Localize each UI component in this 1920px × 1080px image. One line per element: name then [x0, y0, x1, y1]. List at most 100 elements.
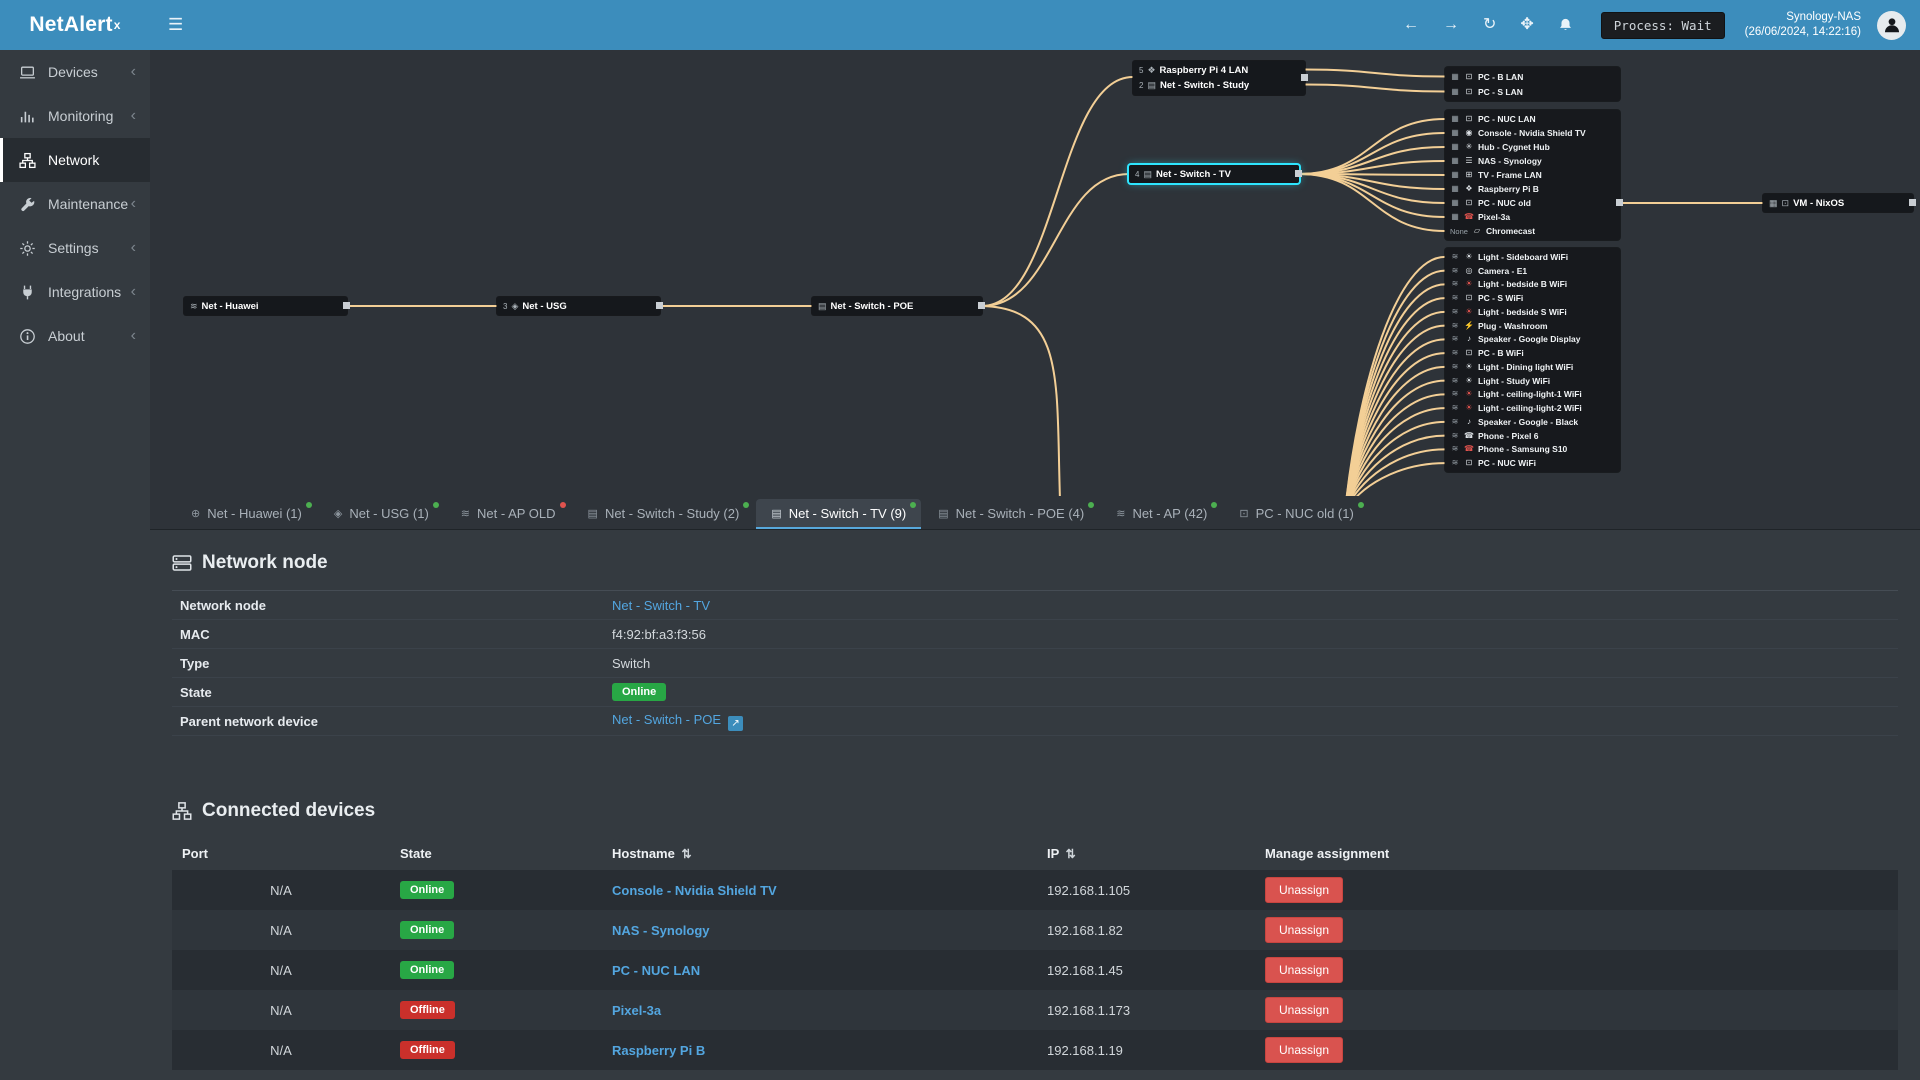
- hostname-link[interactable]: NAS - Synology: [612, 923, 710, 938]
- unassign-button[interactable]: Unassign: [1265, 957, 1344, 983]
- device-chromecast[interactable]: None ▱ Chromecast: [1450, 224, 1615, 238]
- device-light-bedside-b-wifi[interactable]: ≋ ☀ Light - bedside B WiFi: [1450, 278, 1615, 292]
- app-logo[interactable]: NetAlert x: [0, 0, 150, 50]
- bell-icon[interactable]: [1558, 17, 1573, 33]
- device-pc-nuc-old[interactable]: ▦ ⊡ PC - NUC old: [1450, 196, 1615, 210]
- device-phone-samsung-s10[interactable]: ≋ ☎ Phone - Samsung S10: [1450, 443, 1615, 457]
- node-label: VM - NixOS: [1793, 197, 1845, 209]
- device-label: Light - ceiling-light-1 WiFi: [1478, 389, 1582, 400]
- sidebar-item-settings[interactable]: Settings ‹: [0, 226, 150, 270]
- node-label: Net - Huawei: [201, 300, 259, 312]
- sidebar-item-network[interactable]: Network: [0, 138, 150, 182]
- unassign-button[interactable]: Unassign: [1265, 917, 1344, 943]
- wifi-icon: ≋: [1451, 375, 1459, 385]
- tab-net-switch-study-2[interactable]: ▤ Net - Switch - Study (2): [573, 499, 755, 529]
- tab-net-usg-1[interactable]: ◈ Net - USG (1): [319, 499, 444, 529]
- node-net-usg[interactable]: 3 ◈ Net - USG: [497, 297, 660, 315]
- refresh-icon[interactable]: ↻: [1483, 17, 1496, 33]
- device-light-bedside-s-wifi[interactable]: ≋ ☀ Light - bedside S WiFi: [1450, 305, 1615, 319]
- device-camera-e1[interactable]: ≋ ◎ Camera - E1: [1450, 264, 1615, 278]
- sort-icon[interactable]: ⇅: [681, 847, 691, 861]
- node-raspberry-pi-4-lan[interactable]: 5 ❖ Raspberry Pi 4 LAN: [1133, 63, 1305, 78]
- parent-node-link[interactable]: Net - Switch - POE: [612, 712, 721, 727]
- tab-net-huawei-1[interactable]: ⊕ Net - Huawei (1): [176, 499, 317, 529]
- unassign-button[interactable]: Unassign: [1265, 877, 1344, 903]
- back-icon[interactable]: ←: [1403, 17, 1419, 33]
- device-speaker-google-black[interactable]: ≋ ♪ Speaker - Google - Black: [1450, 415, 1615, 429]
- node-vm-nixos[interactable]: ▦ ⊡ VM - NixOS: [1763, 194, 1913, 212]
- device-light-dining-light-wifi[interactable]: ≋ ☀ Light - Dining light WiFi: [1450, 360, 1615, 374]
- pc-icon: ⊡: [1465, 114, 1473, 123]
- pi-icon: ❖: [1147, 65, 1156, 75]
- hostname-cell: Console - Nvidia Shield TV: [602, 870, 1037, 910]
- device-speaker-google-display[interactable]: ≋ ♪ Speaker - Google Display: [1450, 333, 1615, 347]
- column-header-ip[interactable]: IP ⇅: [1037, 836, 1255, 870]
- device-pixel-3a[interactable]: ▦ ☎ Pixel-3a: [1450, 210, 1615, 224]
- device-pc-nuc-lan[interactable]: ▦ ⊡ PC - NUC LAN: [1450, 112, 1615, 126]
- device-pc-s-lan[interactable]: ▦ ⊡ PC - S LAN: [1450, 84, 1615, 99]
- node-net-switch-study[interactable]: 2 ▤ Net - Switch - Study: [1133, 78, 1305, 93]
- maintenance-icon: [19, 196, 39, 213]
- tab-net-switch-tv-9[interactable]: ▤ Net - Switch - TV (9): [756, 499, 922, 529]
- device-raspberry-pi-b[interactable]: ▦ ❖ Raspberry Pi B: [1450, 182, 1615, 196]
- tab-label: Net - Switch - Study (2): [604, 506, 740, 521]
- device-light-ceiling-light-2-wifi[interactable]: ≋ ☀ Light - ceiling-light-2 WiFi: [1450, 401, 1615, 415]
- device-light-sideboard-wifi[interactable]: ≋ ☀ Light - Sideboard WiFi: [1450, 250, 1615, 264]
- ip-cell: 192.168.1.173: [1047, 1002, 1131, 1018]
- column-header-hostname[interactable]: Hostname ⇅: [602, 836, 1037, 870]
- device-label: PC - NUC old: [1478, 198, 1531, 208]
- device-light-study-wifi[interactable]: ≋ ☀ Light - Study WiFi: [1450, 374, 1615, 388]
- tab-net-ap-old[interactable]: ≋ Net - AP OLD: [446, 499, 571, 529]
- move-icon[interactable]: ✥: [1520, 17, 1533, 33]
- device-console-nvidia-shield-tv[interactable]: ▦ ◉ Console - Nvidia Shield TV: [1450, 126, 1615, 140]
- sort-icon[interactable]: ⇅: [1066, 847, 1076, 861]
- switch-icon: ▤: [1147, 80, 1156, 90]
- device-pc-nuc-wifi[interactable]: ≋ ⊡ PC - NUC WiFi: [1450, 456, 1615, 470]
- connected-devices-section: Connected devices Port State Hostname ⇅ IP …: [172, 800, 1898, 1070]
- device-nas-synology[interactable]: ▦ ☰ NAS - Synology: [1450, 154, 1615, 168]
- state-cell: Offline: [390, 1030, 602, 1070]
- process-status-badge[interactable]: Process: Wait: [1600, 11, 1725, 39]
- node-net-switch-tv[interactable]: 4 ▤ Net - Switch - TV: [1129, 165, 1299, 183]
- hostname-link[interactable]: Console - Nvidia Shield TV: [612, 883, 777, 898]
- device-light-ceiling-light-1-wifi[interactable]: ≋ ☀ Light - ceiling-light-1 WiFi: [1450, 388, 1615, 402]
- device-pc-b-lan[interactable]: ▦ ⊡ PC - B LAN: [1450, 69, 1615, 84]
- tab-net-switch-poe-4[interactable]: ▤ Net - Switch - POE (4): [923, 499, 1099, 529]
- info-label: Type: [180, 655, 210, 671]
- unassign-button[interactable]: Unassign: [1265, 1037, 1344, 1063]
- forward-icon[interactable]: →: [1443, 17, 1459, 33]
- plug-icon: ⚡: [1464, 320, 1474, 330]
- device-pc-s-wifi[interactable]: ≋ ⊡ PC - S WiFi: [1450, 291, 1615, 305]
- device-hub-cygnet-hub[interactable]: ▦ ✳ Hub - Cygnet Hub: [1450, 140, 1615, 154]
- wifi-icon: ≋: [1451, 458, 1459, 468]
- node-net-huawei[interactable]: ≋ Net - Huawei: [184, 297, 347, 315]
- wifi-icon: ≋: [1451, 348, 1459, 358]
- device-tv-frame-lan[interactable]: ▦ ⊞ TV - Frame LAN: [1450, 168, 1615, 182]
- menu-toggle[interactable]: ☰: [150, 15, 201, 35]
- network-node-details: Network node Net - Switch - TV MAC f4:92:bf…: [172, 590, 1898, 736]
- sidebar-item-about[interactable]: About ‹: [0, 314, 150, 358]
- bulb-icon: ☀: [1465, 361, 1473, 371]
- unassign-button[interactable]: Unassign: [1265, 997, 1344, 1023]
- tab-net-ap-42[interactable]: ≋ Net - AP (42): [1101, 499, 1222, 529]
- ip-cell: 192.168.1.45: [1047, 962, 1123, 978]
- hostname-link[interactable]: Pixel-3a: [612, 1003, 661, 1018]
- device-pc-b-wifi[interactable]: ≋ ⊡ PC - B WiFi: [1450, 346, 1615, 360]
- hostname-link[interactable]: Raspberry Pi B: [612, 1043, 705, 1058]
- sidebar-item-maintenance[interactable]: Maintenance ‹: [0, 182, 150, 226]
- hostname-link[interactable]: PC - NUC LAN: [612, 963, 700, 978]
- node-net-switch-poe[interactable]: ▤ Net - Switch - POE: [812, 297, 982, 315]
- tab-pc-nuc-old-1[interactable]: ⊡ PC - NUC old (1): [1224, 499, 1368, 529]
- external-link-icon[interactable]: ↗: [728, 715, 744, 731]
- state-badge: Offline: [400, 1001, 455, 1019]
- user-avatar[interactable]: [1877, 10, 1906, 40]
- device-phone-pixel-6[interactable]: ≋ ☎ Phone - Pixel 6: [1450, 429, 1615, 443]
- device-plug-washroom[interactable]: ≋ ⚡ Plug - Washroom: [1450, 319, 1615, 333]
- network-node-link[interactable]: Net - Switch - TV: [612, 598, 710, 613]
- wifi-icon: ≋: [1451, 389, 1459, 399]
- sidebar-item-integrations[interactable]: Integrations ‹: [0, 270, 150, 314]
- sidebar-item-monitoring[interactable]: Monitoring ‹: [0, 94, 150, 138]
- state-cell: Online: [390, 910, 602, 950]
- connector-square: [978, 302, 985, 309]
- sidebar-item-devices[interactable]: Devices ‹: [0, 50, 150, 94]
